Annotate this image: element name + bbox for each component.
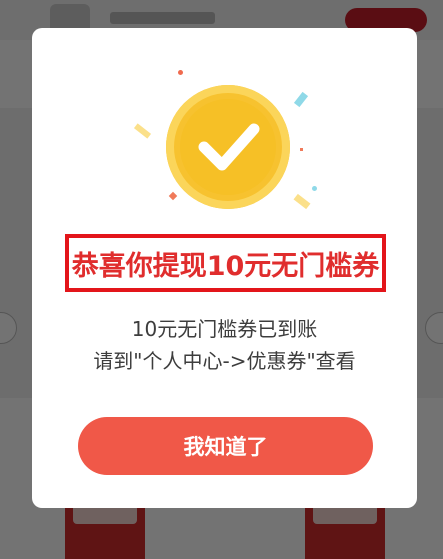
success-dialog: 恭喜你提现10元无门槛券 10元无门槛券已到账 请到"个人中心->优惠券"查看 …: [32, 28, 417, 508]
dialog-title-box: 恭喜你提现10元无门槛券: [65, 234, 386, 292]
confetti-strip-icon: [293, 91, 309, 108]
confirm-button[interactable]: 我知道了: [78, 417, 373, 475]
success-illustration: [32, 28, 417, 248]
confetti-dot-icon: [300, 148, 303, 151]
confetti-dot-icon: [312, 186, 317, 191]
dialog-message-line2: 请到"个人中心->优惠券"查看: [93, 349, 356, 373]
dialog-title: 恭喜你提现10元无门槛券: [71, 250, 380, 282]
check-coin-icon: [166, 85, 290, 209]
confetti-dot-icon: [178, 70, 183, 75]
confetti-strip-icon: [133, 123, 152, 139]
confetti-strip-icon: [293, 193, 311, 210]
dialog-message-line1: 10元无门槛券已到账: [131, 317, 318, 341]
